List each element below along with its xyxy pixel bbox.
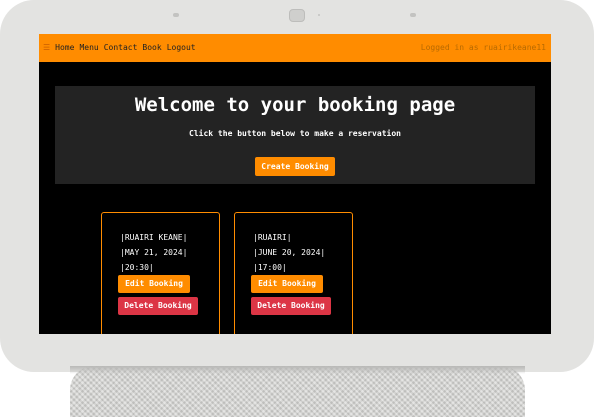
booking-name: |RUAIRI| <box>253 233 292 242</box>
delete-booking-button[interactable]: Delete Booking <box>118 297 198 315</box>
nav-link-book[interactable]: Book <box>142 43 161 52</box>
booking-card: |RUAIRI KEANE| |MAY 21, 2024| |20:30| Ed… <box>101 212 220 334</box>
booking-date: |MAY 21, 2024| <box>120 248 188 257</box>
booking-time: |20:30| <box>120 263 154 272</box>
booking-date: |JUNE 20, 2024| <box>253 248 326 257</box>
nav-links: ☰ Home Menu Contact Book Logout <box>43 43 196 52</box>
welcome-panel: Welcome to your booking page Click the b… <box>55 86 535 184</box>
screen: ☰ Home Menu Contact Book Logout Logged i… <box>39 34 551 334</box>
page-subtitle: Click the button below to make a reserva… <box>189 129 401 138</box>
booking-time: |17:00| <box>253 263 287 272</box>
sensor-dot <box>318 14 320 16</box>
page-title: Welcome to your booking page <box>134 94 456 116</box>
navbar: ☰ Home Menu Contact Book Logout Logged i… <box>39 34 551 62</box>
login-status: Logged in as ruairikeane11 <box>420 43 546 52</box>
hamburger-icon[interactable]: ☰ <box>43 43 50 52</box>
booking-card: |RUAIRI| |JUNE 20, 2024| |17:00| Edit Bo… <box>234 212 353 334</box>
booking-name: |RUAIRI KEANE| <box>120 233 188 242</box>
delete-booking-button[interactable]: Delete Booking <box>251 297 331 315</box>
nav-link-home[interactable]: Home <box>55 43 74 52</box>
edit-booking-button[interactable]: Edit Booking <box>118 275 190 293</box>
edit-booking-button[interactable]: Edit Booking <box>251 275 323 293</box>
sensor-dot <box>173 13 179 17</box>
smart-display-frame: ☰ Home Menu Contact Book Logout Logged i… <box>0 0 594 372</box>
camera-icon <box>289 9 305 22</box>
create-booking-button[interactable]: Create Booking <box>255 157 335 176</box>
nav-link-menu[interactable]: Menu <box>79 43 98 52</box>
stand-shadow <box>70 366 525 374</box>
sensor-dot <box>410 13 416 17</box>
nav-link-contact[interactable]: Contact <box>104 43 138 52</box>
nav-link-logout[interactable]: Logout <box>167 43 196 52</box>
